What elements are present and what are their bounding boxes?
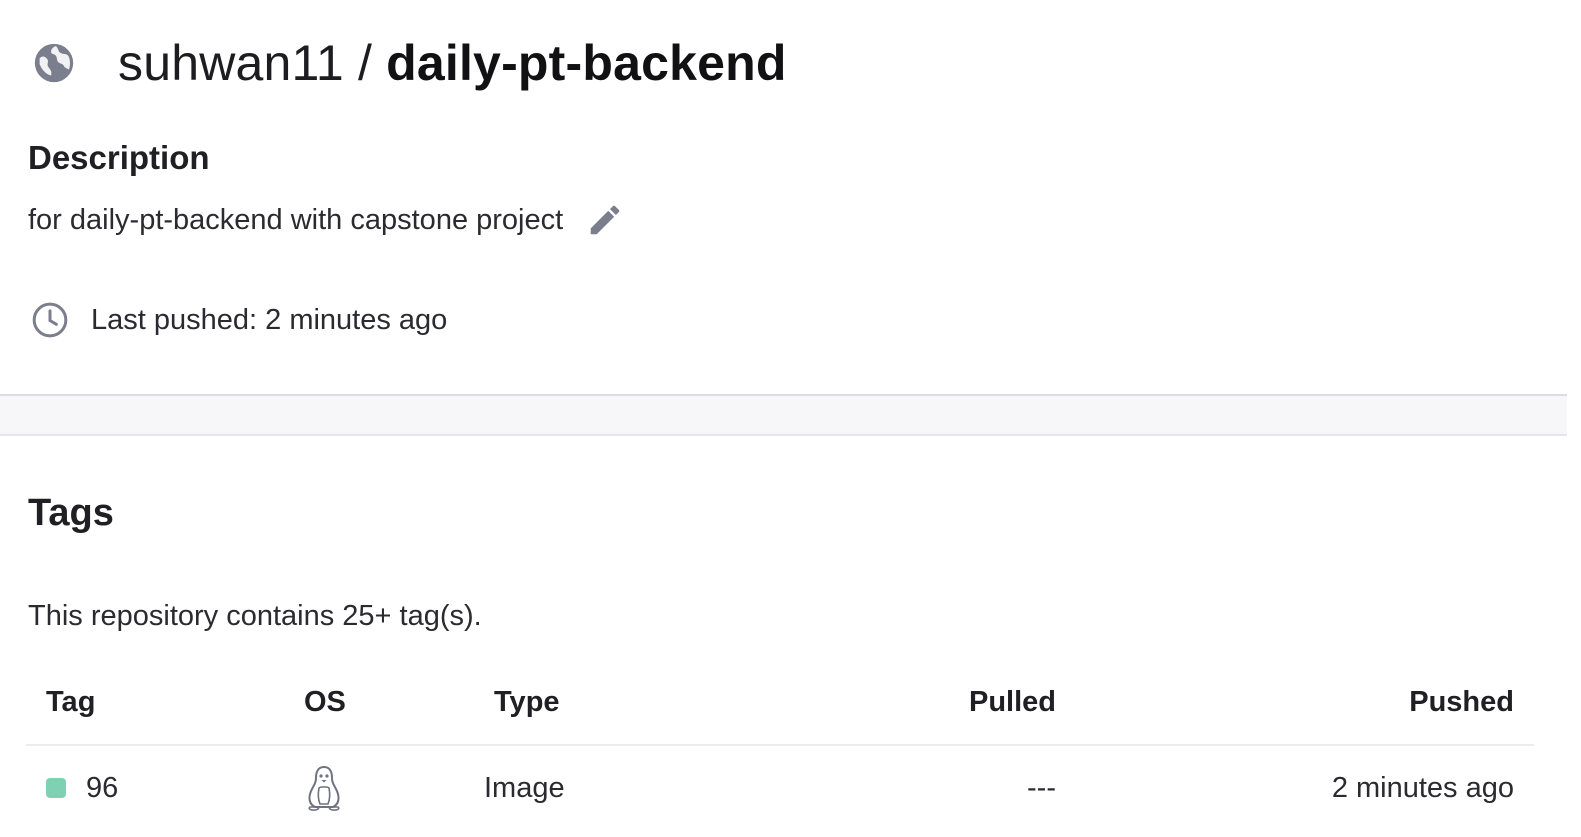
- tag-link[interactable]: 96: [46, 746, 118, 830]
- repo-name: daily-pt-backend: [386, 35, 787, 91]
- table-row: 96 Image --- 2 minutes ago: [26, 746, 1534, 830]
- last-pushed-row: Last pushed: 2 minutes ago: [30, 298, 447, 342]
- pulled-cell: ---: [1027, 772, 1056, 804]
- column-header-tag[interactable]: Tag: [46, 682, 95, 722]
- repo-title: suhwan11 / daily-pt-backend: [118, 30, 787, 96]
- tag-status-dot: [46, 778, 66, 798]
- tag-name[interactable]: 96: [86, 768, 118, 808]
- repo-owner[interactable]: suhwan11: [118, 35, 344, 91]
- repo-title-separator: /: [357, 35, 373, 91]
- os-cell: [304, 746, 344, 830]
- tags-table: Tag OS Type Pulled Pushed 96 Image --- 2…: [26, 672, 1534, 830]
- section-divider: [0, 394, 1567, 436]
- column-header-pushed[interactable]: Pushed: [1409, 682, 1514, 722]
- description-text: for daily-pt-backend with capstone proje…: [28, 204, 564, 236]
- linux-penguin-icon: [308, 765, 340, 811]
- repository-page: suhwan11 / daily-pt-backend Description …: [0, 0, 1581, 837]
- tags-count-text: This repository contains 25+ tag(s).: [28, 600, 482, 632]
- edit-description-button[interactable]: [585, 200, 625, 240]
- table-header-row: Tag OS Type Pulled Pushed: [26, 672, 1534, 746]
- type-cell: Image: [484, 772, 565, 804]
- pushed-cell: 2 minutes ago: [1331, 772, 1514, 804]
- tags-heading: Tags: [28, 492, 114, 534]
- last-pushed-text: Last pushed: 2 minutes ago: [91, 304, 448, 336]
- clock-icon: [30, 300, 70, 340]
- pencil-icon: [590, 205, 620, 235]
- description-row: for daily-pt-backend with capstone proje…: [28, 198, 625, 242]
- column-header-os: OS: [304, 686, 346, 718]
- repo-header: suhwan11 / daily-pt-backend: [30, 30, 787, 96]
- globe-icon: [30, 39, 78, 87]
- column-header-type: Type: [494, 686, 560, 718]
- description-heading: Description: [28, 139, 210, 176]
- column-header-pulled[interactable]: Pulled: [969, 682, 1056, 722]
